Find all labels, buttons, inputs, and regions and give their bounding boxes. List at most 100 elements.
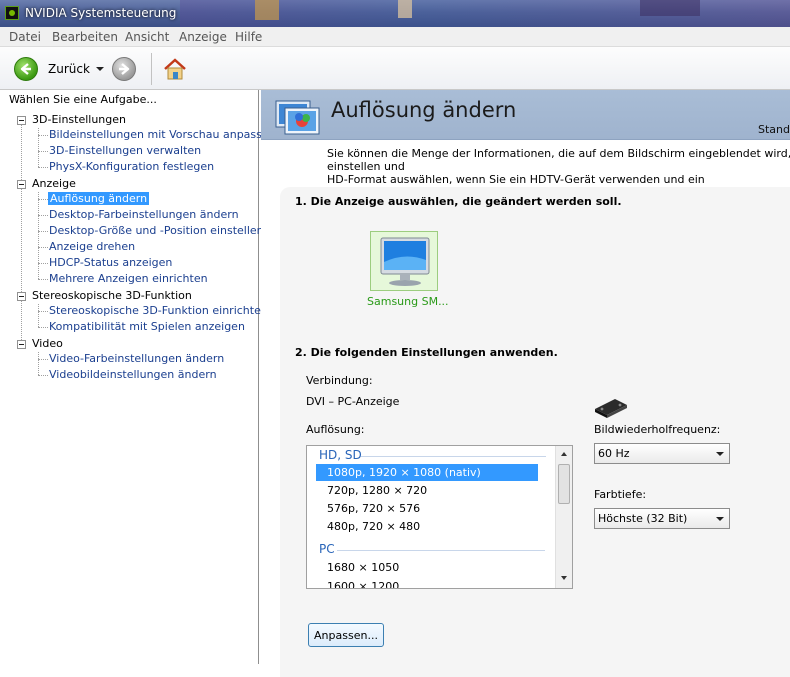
- collapse-display-icon[interactable]: [17, 180, 26, 189]
- resolution-listbox[interactable]: HD, SD 1080p, 1920 × 1080 (nativ) 720p, …: [306, 445, 573, 589]
- monitor-icon: [380, 237, 430, 286]
- scroll-down-icon[interactable]: [561, 576, 567, 580]
- chevron-down-icon: [716, 517, 724, 521]
- tree-branch: [38, 359, 48, 360]
- tree-branch: [38, 231, 48, 232]
- task-video-color[interactable]: Video-Farbeinstellungen ändern: [49, 352, 224, 365]
- menu-ansicht[interactable]: Ansicht: [125, 30, 169, 44]
- task-setup-stereo3d[interactable]: Stereoskopische 3D-Funktion einrichten: [49, 304, 268, 317]
- tree-branch: [38, 135, 48, 136]
- desktop-icon-c: [640, 0, 700, 16]
- display-tile[interactable]: [370, 231, 438, 291]
- refresh-rate-value: 60 Hz: [598, 447, 630, 460]
- category-display[interactable]: Anzeige: [32, 177, 76, 190]
- tree-line: [21, 124, 22, 344]
- tree-line: [38, 192, 39, 279]
- scroll-thumb[interactable]: [558, 464, 570, 504]
- tree-branch: [38, 247, 48, 248]
- task-video-image[interactable]: Videobildeinstellungen ändern: [49, 368, 217, 381]
- menu-anzeige[interactable]: Anzeige: [179, 30, 227, 44]
- resolution-group-pc: PC: [319, 542, 335, 556]
- tree-branch: [38, 215, 48, 216]
- section-apply-settings: 2. Die folgenden Einstellungen anwenden.: [295, 346, 558, 359]
- forward-button[interactable]: [112, 57, 136, 81]
- task-preview-image-settings[interactable]: Bildeinstellungen mit Vorschau anpassen: [49, 128, 276, 141]
- task-desktop-size-position[interactable]: Desktop-Größe und -Position einstellen: [49, 224, 264, 237]
- tree-line: [38, 128, 39, 167]
- page-title: Auflösung ändern: [331, 98, 517, 122]
- color-depth-value: Höchste (32 Bit): [598, 512, 688, 525]
- connection-value: DVI – PC-Anzeige: [306, 395, 400, 408]
- color-depth-label: Farbtiefe:: [594, 488, 647, 501]
- toolbar-separator: [151, 53, 152, 85]
- tree-branch: [38, 327, 48, 328]
- category-3d-settings[interactable]: 3D-Einstellungen: [32, 113, 126, 126]
- task-hdcp-status[interactable]: HDCP-Status anzeigen: [49, 256, 172, 269]
- restore-defaults-link[interactable]: Stand: [758, 123, 790, 136]
- tree-branch: [38, 199, 48, 200]
- group-divider: [361, 456, 546, 457]
- main-content: Auflösung ändern Stand Sie können die Me…: [261, 90, 790, 677]
- tree-branch: [38, 167, 48, 168]
- resolution-option-1680x1050[interactable]: 1680 × 1050: [327, 561, 399, 574]
- resolution-option-1600x1200[interactable]: 1600 × 1200: [327, 580, 399, 588]
- toolbar: Zurück: [0, 47, 790, 90]
- category-stereo3d[interactable]: Stereoskopische 3D-Funktion: [32, 289, 192, 302]
- refresh-rate-select[interactable]: 60 Hz: [594, 443, 730, 464]
- resolution-option-720p[interactable]: 720p, 1280 × 720: [327, 484, 427, 497]
- tree-branch: [38, 151, 48, 152]
- home-icon[interactable]: [162, 56, 188, 82]
- menu-hilfe[interactable]: Hilfe: [235, 30, 262, 44]
- tree-branch: [38, 311, 48, 312]
- menu-bar: Datei Bearbeiten Ansicht Anzeige Hilfe: [0, 27, 790, 47]
- connection-label: Verbindung:: [306, 374, 373, 387]
- page-banner: Auflösung ändern Stand: [261, 90, 790, 140]
- color-depth-select[interactable]: Höchste (32 Bit): [594, 508, 730, 529]
- scroll-up-icon[interactable]: [561, 452, 567, 456]
- tree-line: [38, 352, 39, 375]
- nvidia-app-icon[interactable]: [5, 6, 19, 20]
- dvi-connector-icon: [595, 399, 627, 418]
- back-label[interactable]: Zurück: [48, 62, 90, 76]
- task-change-resolution[interactable]: Auflösung ändern: [48, 192, 150, 205]
- resolution-group-hd-sd: HD, SD: [319, 448, 362, 462]
- task-multiple-displays[interactable]: Mehrere Anzeigen einrichten: [49, 272, 208, 285]
- chevron-down-icon: [716, 452, 724, 456]
- desktop-icon-a: [255, 0, 279, 20]
- category-video[interactable]: Video: [32, 337, 63, 350]
- history-dropdown-icon[interactable]: [96, 67, 104, 71]
- group-divider: [337, 550, 545, 551]
- menu-datei[interactable]: Datei: [9, 30, 41, 44]
- refresh-rate-label: Bildwiederholfrequenz:: [594, 423, 721, 436]
- tree-branch: [38, 263, 48, 264]
- display-resolution-icon: [275, 100, 320, 135]
- task-game-compatibility[interactable]: Kompatibilität mit Spielen anzeigen: [49, 320, 245, 333]
- desktop-icon-b: [398, 0, 412, 18]
- task-rotate-display[interactable]: Anzeige drehen: [49, 240, 135, 253]
- resolution-option-480p[interactable]: 480p, 720 × 480: [327, 520, 420, 533]
- title-bar[interactable]: NVIDIA Systemsteuerung: [0, 0, 790, 27]
- listbox-scrollbar[interactable]: [555, 446, 572, 588]
- menu-bearbeiten[interactable]: Bearbeiten: [52, 30, 118, 44]
- section-select-display: 1. Die Anzeige auswählen, die geändert w…: [295, 195, 622, 208]
- task-physx-config[interactable]: PhysX-Konfiguration festlegen: [49, 160, 214, 173]
- tree-line: [38, 304, 39, 327]
- sidebar-header: Wählen Sie eine Aufgabe...: [9, 93, 157, 106]
- forward-arrow-icon: [119, 63, 130, 75]
- task-sidebar: Wählen Sie eine Aufgabe... 3D-Einstellun…: [0, 90, 276, 664]
- task-manage-3d-settings[interactable]: 3D-Einstellungen verwalten: [49, 144, 201, 157]
- collapse-3d-settings-icon[interactable]: [17, 116, 26, 125]
- task-desktop-color[interactable]: Desktop-Farbeinstellungen ändern: [49, 208, 239, 221]
- back-button[interactable]: [14, 57, 38, 81]
- display-name[interactable]: Samsung SM...: [367, 295, 449, 308]
- customize-button[interactable]: Anpassen...: [308, 623, 384, 647]
- resolution-option-576p[interactable]: 576p, 720 × 576: [327, 502, 420, 515]
- settings-panel: 1. Die Anzeige auswählen, die geändert w…: [280, 187, 790, 677]
- back-arrow-icon: [20, 63, 31, 75]
- window-title: NVIDIA Systemsteuerung: [25, 6, 177, 20]
- resolution-option-1080p[interactable]: 1080p, 1920 × 1080 (nativ): [316, 464, 538, 481]
- tree-branch: [38, 279, 48, 280]
- collapse-video-icon[interactable]: [17, 340, 26, 349]
- tree-branch: [38, 375, 48, 376]
- collapse-stereo3d-icon[interactable]: [17, 292, 26, 301]
